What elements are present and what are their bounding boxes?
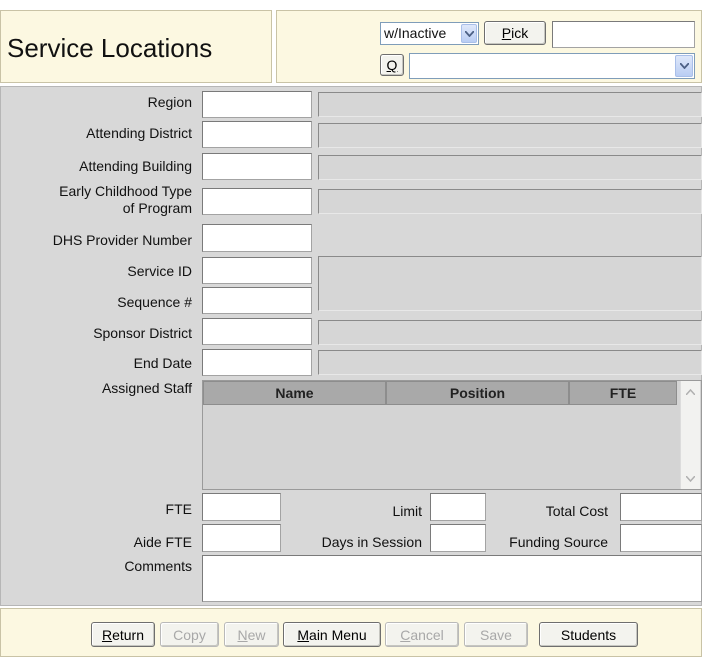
region-label: Region xyxy=(147,94,192,110)
total-cost-label: Total Cost xyxy=(545,503,608,519)
early-childhood-description xyxy=(318,189,702,214)
inactive-filter-select[interactable]: w/Inactive xyxy=(380,22,479,45)
attending-building-label: Attending Building xyxy=(79,158,192,174)
attending-district-description xyxy=(318,123,702,148)
limit-input[interactable] xyxy=(430,493,486,521)
days-in-session-input[interactable] xyxy=(430,524,486,552)
attending-building-code-input[interactable] xyxy=(202,153,312,180)
comments-textarea[interactable] xyxy=(202,555,702,602)
fte-input[interactable] xyxy=(202,493,281,521)
new-button[interactable]: New xyxy=(224,622,279,647)
chevron-down-icon xyxy=(461,24,477,43)
early-childhood-code-input[interactable] xyxy=(202,188,312,215)
grid-header-name[interactable]: Name xyxy=(203,381,386,405)
service-id-input[interactable] xyxy=(202,257,312,284)
sequence-label: Sequence # xyxy=(117,294,192,310)
grid-header-fte[interactable]: FTE xyxy=(569,381,677,405)
end-date-label: End Date xyxy=(133,355,192,371)
grid-scrollbar[interactable] xyxy=(680,381,700,489)
early-childhood-label: Early Childhood Type of Program xyxy=(59,183,192,216)
sponsor-district-label: Sponsor District xyxy=(93,325,192,341)
students-button[interactable]: Stu dents xyxy=(539,622,638,647)
end-date-description xyxy=(318,350,702,375)
grid-header-position[interactable]: Position xyxy=(386,381,569,405)
limit-label: Limit xyxy=(392,503,422,519)
chevron-down-icon xyxy=(675,55,693,77)
funding-source-input[interactable] xyxy=(620,524,702,552)
scroll-down-icon[interactable] xyxy=(683,471,698,486)
pick-value-input[interactable] xyxy=(552,21,695,48)
attending-district-label: Attending District xyxy=(86,125,192,141)
dhs-provider-input[interactable] xyxy=(202,224,312,252)
dhs-provider-label: DHS Provider Number xyxy=(52,232,192,248)
pick-button[interactable]: Pick xyxy=(484,21,546,45)
funding-source-label: Funding Source xyxy=(509,534,608,550)
assigned-staff-label: Assigned Staff xyxy=(101,380,192,396)
sponsor-district-code-input[interactable] xyxy=(202,318,312,345)
attending-building-description xyxy=(318,155,702,180)
fte-label: FTE xyxy=(165,501,192,517)
total-cost-input[interactable] xyxy=(620,493,702,521)
region-code-input[interactable] xyxy=(202,91,312,118)
days-in-session-label: Days in Session xyxy=(321,534,422,550)
query-button[interactable]: Q xyxy=(380,54,404,76)
scroll-up-icon[interactable] xyxy=(683,384,698,399)
copy-button[interactable]: Copy xyxy=(160,622,219,647)
end-date-input[interactable] xyxy=(202,349,312,376)
page-title: Service Locations xyxy=(7,33,213,63)
attending-district-code-input[interactable] xyxy=(202,121,312,148)
region-description xyxy=(318,92,702,117)
save-button[interactable]: Save xyxy=(464,622,528,647)
service-description xyxy=(318,256,702,311)
sponsor-district-description xyxy=(318,320,702,345)
title-panel: Service Locations xyxy=(0,10,272,83)
aide-fte-label: Aide FTE xyxy=(133,534,192,550)
comments-label: Comments xyxy=(124,558,192,574)
record-select[interactable] xyxy=(409,53,695,79)
cancel-button[interactable]: Cancel xyxy=(385,622,459,647)
service-id-label: Service ID xyxy=(127,263,192,279)
aide-fte-input[interactable] xyxy=(202,524,281,552)
return-button[interactable]: Return xyxy=(91,622,155,647)
main-menu-button[interactable]: Main Menu xyxy=(283,622,381,647)
sequence-input[interactable] xyxy=(202,287,312,314)
